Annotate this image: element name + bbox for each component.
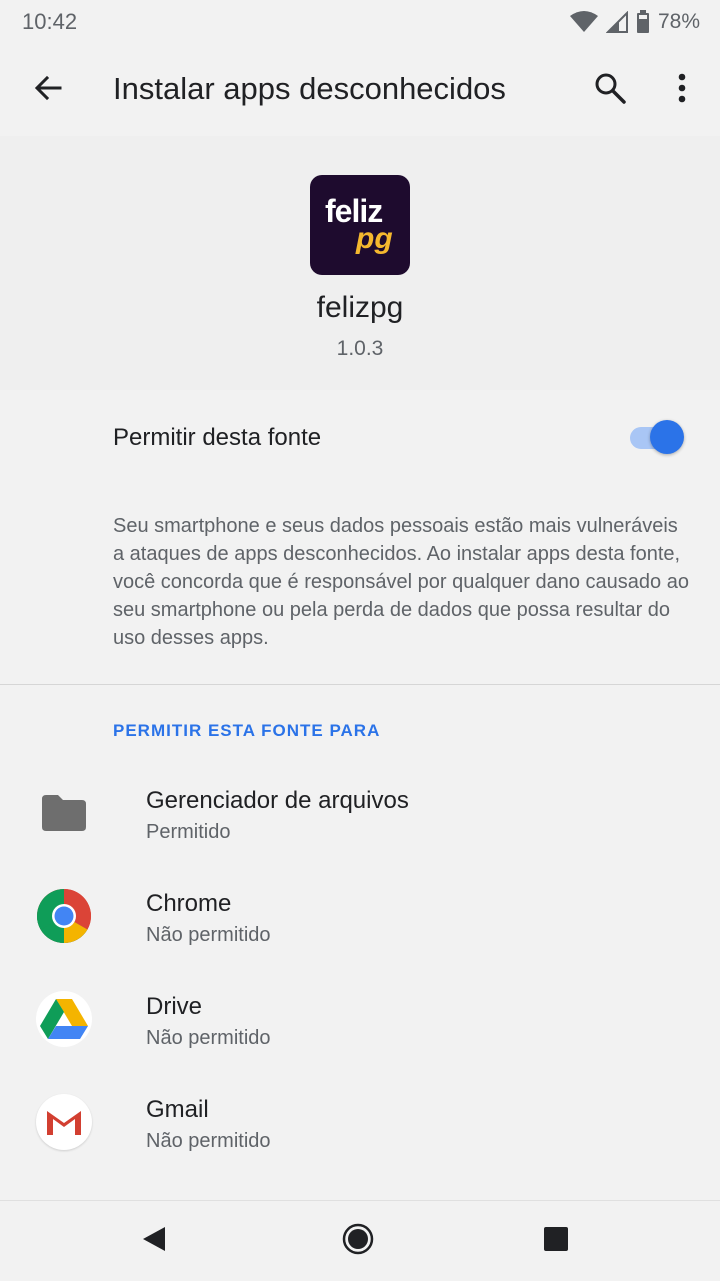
nav-recents-icon [543,1226,569,1257]
app-icon-text-accent: pg [356,222,393,255]
status-time: 10:42 [22,9,78,34]
list-item-title: Gmail [146,1096,209,1123]
list-item-status: Permitido [146,821,231,843]
system-nav-bar [0,1200,720,1281]
app-header: feliz pg felizpg 1.0.3 [0,136,720,390]
list-item-title: Gerenciador de arquivos [146,787,409,814]
more-vert-icon [677,73,687,108]
app-version: 1.0.3 [336,337,384,360]
toggle-thumb [650,420,684,454]
divider [0,684,720,685]
nav-back-icon [140,1225,168,1258]
allow-source-row[interactable]: Permitir desta fonte [0,392,720,484]
cell-signal-icon [605,11,628,33]
wifi-icon [569,11,598,33]
nav-home-icon [342,1223,374,1260]
nav-recents-button[interactable] [532,1219,580,1263]
list-item-gmail[interactable]: Gmail Não permitido [0,1071,720,1174]
list-item-status: Não permitido [146,924,271,946]
back-button[interactable] [22,66,74,114]
list-item-title: Drive [146,993,203,1020]
list-item-chrome[interactable]: Chrome Não permitido [0,865,720,968]
folder-icon [36,785,92,841]
gmail-icon [36,1094,92,1150]
list-item-title: Chrome [146,890,232,917]
chrome-icon [36,888,92,944]
page-title: Instalar apps desconhecidos [113,71,506,106]
security-warning-text: Seu smartphone e seus dados pessoais est… [113,515,689,649]
status-icons: 78% [569,8,700,36]
list-item-status: Não permitido [146,1027,271,1049]
arrow-back-icon [32,72,64,109]
list-item-drive[interactable]: Drive Não permitido [0,968,720,1071]
app-icon: feliz pg [310,175,410,275]
more-options-button[interactable] [656,64,708,116]
top-app-bar: Instalar apps desconhecidos [0,44,720,136]
allow-source-label: Permitir desta fonte [113,424,322,451]
section-header: PERMITIR ESTA FONTE PARA [113,721,381,740]
nav-back-button[interactable] [130,1219,178,1263]
battery-percent: 78% [657,10,700,33]
allow-source-toggle[interactable] [628,419,686,455]
nav-home-button[interactable] [334,1219,382,1263]
search-button[interactable] [584,64,636,116]
drive-icon [36,991,92,1047]
search-icon [593,71,627,110]
list-item-file-manager[interactable]: Gerenciador de arquivos Permitido [0,762,720,865]
status-bar: 10:42 78% [0,0,720,44]
battery-icon [636,10,650,34]
list-item-status: Não permitido [146,1130,271,1152]
app-name: felizpg [316,291,404,324]
